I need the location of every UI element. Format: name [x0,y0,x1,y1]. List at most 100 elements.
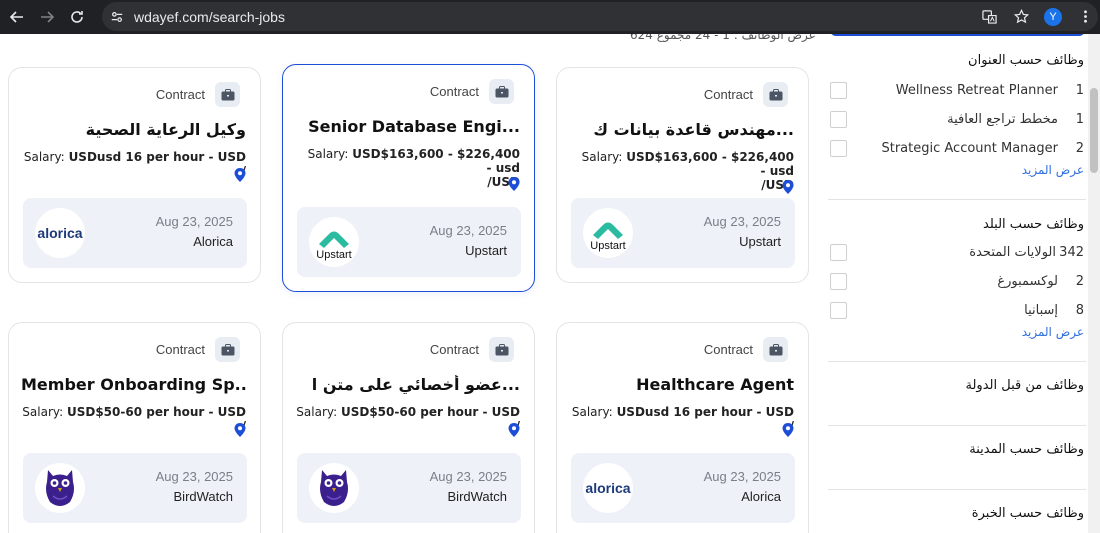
svg-text:alorica: alorica [585,480,630,496]
filter-count: 8 [1075,303,1084,318]
posted-date: Aug 23, 2025 [155,214,233,229]
job-card[interactable]: Contract Healthcare Agent Salary: USDusd… [556,322,809,533]
menu-kebab-icon[interactable] [1072,4,1098,30]
svg-text:Upstart: Upstart [316,249,351,261]
site-info-icon[interactable] [106,6,128,28]
company-name: BirdWatch [447,489,507,504]
posted-date: Aug 23, 2025 [429,469,507,484]
profile-avatar[interactable]: Y [1040,4,1066,30]
filter-count: 1 [1075,112,1084,127]
posted-date: Aug 23, 2025 [703,469,781,484]
job-type-label: Contract [155,87,205,102]
page-content: عرض الوظائف : 1 - 24 مجموع 624 وظائف حسب… [0,34,1100,533]
filter-section-experience[interactable]: وظائف حسب الخبرة [828,490,1086,533]
job-card[interactable]: Contract Member Onboarding Sp... Salary:… [8,322,261,533]
url-text[interactable]: wdayef.com/search-jobs [134,9,285,25]
job-title[interactable]: وكيل الرعاية الصحية [21,120,246,139]
job-card[interactable]: Contract وكيل الرعاية الصحية Salary: USD… [8,67,261,283]
filter-heading: وظائف حسب الخبرة [971,506,1084,521]
filter-heading: وظائف حسب البلد [983,217,1084,232]
filter-option[interactable]: إسبانيا 8 [828,296,1086,325]
filter-option[interactable]: مخطط تراجع العافية 1 [828,105,1086,134]
job-title[interactable]: مهندس قاعدة بيانات ك... [569,120,794,139]
filter-label: Wellness Retreat Planner [895,83,1058,98]
location-pin-icon [508,423,520,437]
job-title[interactable]: Senior Database Engi... [295,117,520,136]
filter-count: 1 [1075,83,1084,98]
arrow-left-icon [9,11,23,23]
company-name: Alorica [741,489,781,504]
filter-option[interactable]: Strategic Account Manager 2 [828,134,1086,163]
location-pin-icon [782,180,794,194]
job-type-label: Contract [703,342,753,357]
job-salary: Salary: USDusd 16 per hour - USD/ [21,150,246,178]
salary-label: Salary: [581,150,623,164]
company-name: BirdWatch [173,489,233,504]
filter-option[interactable]: Wellness Retreat Planner 1 [828,76,1086,105]
svg-text:alorica: alorica [37,225,82,241]
avatar-letter: Y [1044,7,1062,26]
filter-count: 342 [1059,245,1084,260]
job-card-selected[interactable]: Contract Senior Database Engi... Salary:… [282,64,535,292]
salary-value: USDusd 16 per hour - USD [68,150,246,164]
job-card[interactable]: Contract عضو أخصائي على متن ا... Salary:… [282,322,535,533]
job-salary: Salary: USD$50-60 per hour - USD/ [295,405,520,433]
job-title[interactable]: Healthcare Agent [569,375,794,394]
job-salary: Salary: USD$163,600 - $226,400 usd - USD/ [569,150,794,192]
company-panel: Aug 23, 2025 BirdWatch [23,453,247,523]
job-card[interactable]: Contract مهندس قاعدة بيانات ك... Salary:… [556,67,809,283]
scrollbar-thumb[interactable] [1090,88,1098,173]
filter-option[interactable]: لوكسمبورغ 2 [828,267,1086,296]
filter-option[interactable]: الولايات المتحدة 342 [828,238,1086,267]
show-more-link[interactable]: عرض المزيد [828,325,1086,339]
filter-checkbox[interactable] [830,244,847,261]
svg-text:Upstart: Upstart [590,240,625,252]
briefcase-icon [763,82,788,107]
filter-checkbox[interactable] [830,140,847,157]
company-panel: Upstart Aug 23, 2025 Upstart [571,198,795,268]
job-type-label: Contract [155,342,205,357]
scrollbar[interactable] [1088,34,1100,533]
back-button[interactable] [2,2,32,32]
filter-label: مخطط تراجع العافية [947,112,1058,127]
briefcase-icon [763,337,788,362]
bookmark-star-icon[interactable] [1008,4,1034,30]
filter-section-state[interactable]: وظائف من قبل الدولة [828,362,1086,426]
filter-label: لوكسمبورغ [997,274,1058,289]
job-type-label: Contract [703,87,753,102]
filter-count: 2 [1075,274,1084,289]
alorica-logo: alorica [35,208,85,258]
job-title[interactable]: عضو أخصائي على متن ا... [295,375,520,394]
browser-toolbar: wdayef.com/search-jobs Y [0,0,1100,34]
results-count: عرض الوظائف : 1 - 24 مجموع 624 [630,34,816,42]
filter-checkbox[interactable] [830,82,847,99]
filter-label: Strategic Account Manager [881,141,1058,156]
company-name: Upstart [739,234,781,249]
posted-date: Aug 23, 2025 [429,223,507,238]
reload-icon [71,11,83,23]
filter-label: الولايات المتحدة [969,245,1056,260]
show-more-link[interactable]: عرض المزيد [828,163,1086,177]
filter-checkbox[interactable] [830,273,847,290]
salary-label: Salary: [296,405,338,419]
filter-checkbox[interactable] [830,302,847,319]
location-pin-icon [782,423,794,437]
birdwatch-logo [309,463,359,513]
reload-button[interactable] [62,2,92,32]
translate-icon[interactable] [976,4,1002,30]
upstart-logo: Upstart [583,208,633,258]
salary-label: Salary: [307,147,349,161]
filters-sidebar: وظائف حسب العنوان Wellness Retreat Plann… [828,34,1086,533]
job-salary: Salary: USD$50-60 per hour - USD/ [21,405,246,433]
job-title[interactable]: Member Onboarding Sp... [21,375,246,394]
job-type-label: Contract [429,84,479,99]
address-bar[interactable]: wdayef.com/search-jobs Y [102,2,1098,31]
salary-label: Salary: [23,150,65,164]
location-pin-icon [508,177,520,191]
job-salary: Salary: USD$163,600 - $226,400 usd - USD/ [295,147,520,189]
filter-section-city[interactable]: وظائف حسب المدينة [828,426,1086,490]
job-type-label: Contract [429,342,479,357]
filter-checkbox[interactable] [830,111,847,128]
forward-button[interactable] [32,2,62,32]
location-pin-icon [234,423,246,437]
